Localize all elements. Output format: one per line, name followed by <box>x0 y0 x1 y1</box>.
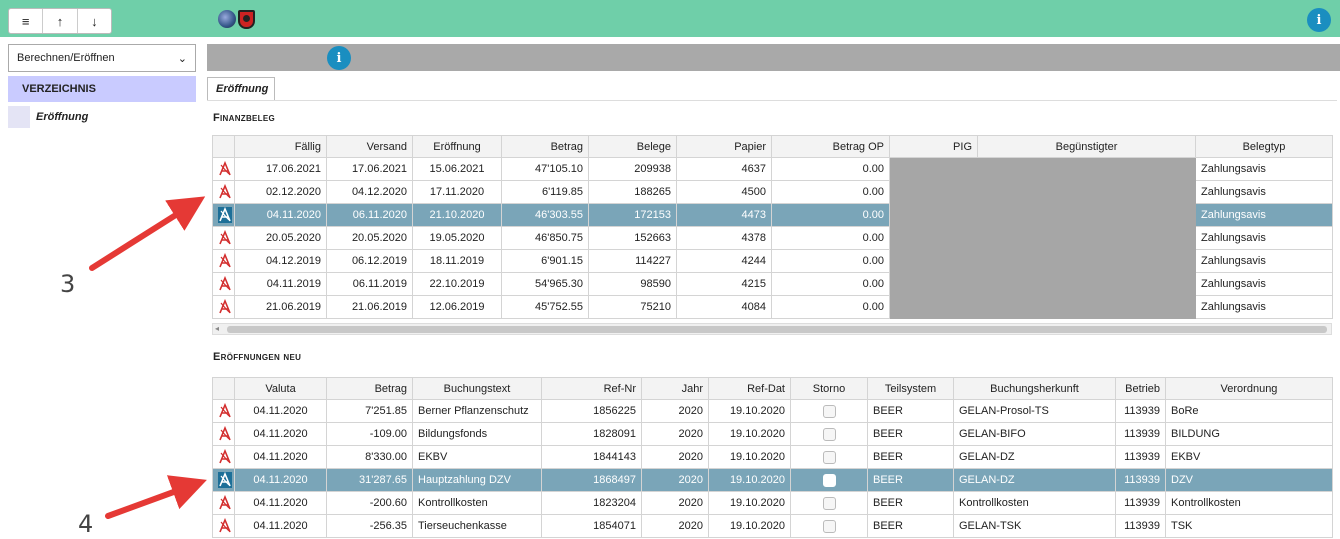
annotation-arrow-3 <box>89 196 206 271</box>
annotation-arrows <box>89 196 207 519</box>
annotation-arrow-4 <box>105 475 207 519</box>
